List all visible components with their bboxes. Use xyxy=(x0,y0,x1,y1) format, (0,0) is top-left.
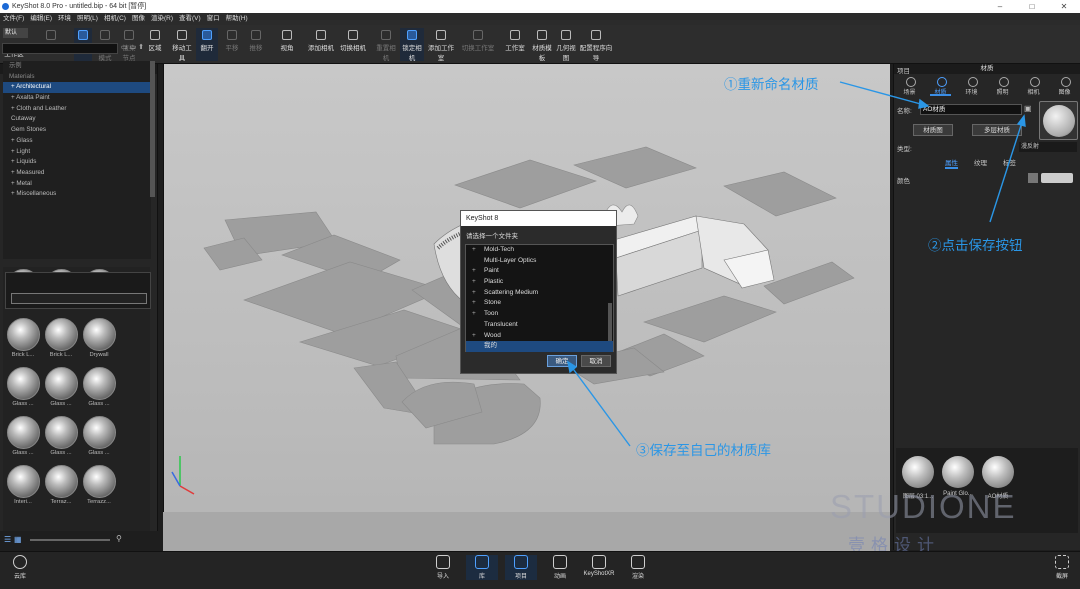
annotation-3: ③保存至自己的材质库 xyxy=(636,443,771,458)
annotation-2: ②点击保存按钮 xyxy=(928,238,1023,253)
annotation-1: ①重新命名材质 xyxy=(724,77,819,92)
annotation-arrows xyxy=(566,81,1026,447)
